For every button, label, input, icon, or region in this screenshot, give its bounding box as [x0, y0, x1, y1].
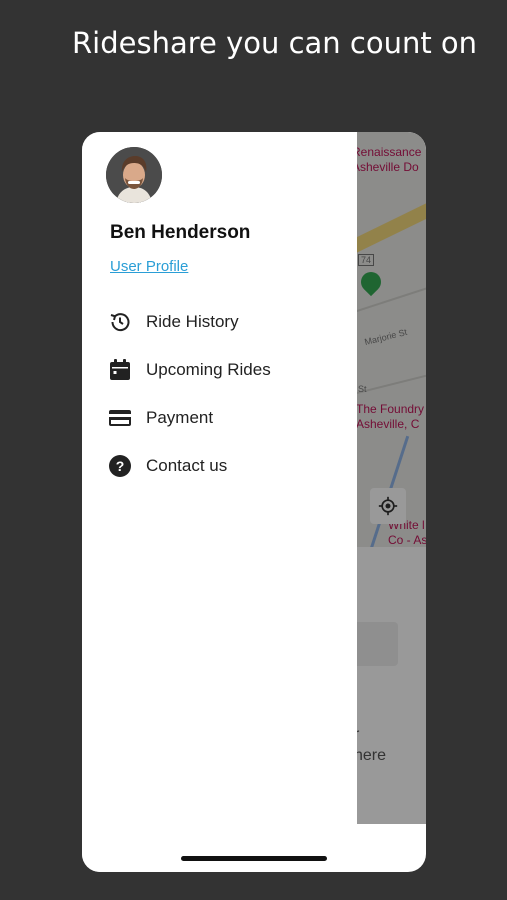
- nav-drawer: Ben Henderson User Profile Ride History: [82, 132, 357, 872]
- menu-item-ride-history[interactable]: Ride History: [108, 308, 348, 336]
- menu-item-label: Upcoming Rides: [146, 360, 271, 379]
- user-photo-icon: [106, 147, 162, 203]
- menu-item-label: Contact us: [146, 456, 228, 475]
- menu-item-label: Ride History: [146, 312, 239, 331]
- menu-item-label: Payment: [146, 408, 214, 427]
- user-name: Ben Henderson: [110, 222, 251, 243]
- user-profile-link[interactable]: User Profile: [110, 258, 188, 275]
- menu-item-upcoming-rides[interactable]: Upcoming Rides: [108, 356, 348, 384]
- home-indicator[interactable]: [181, 856, 327, 861]
- menu-item-payment[interactable]: Payment: [108, 404, 348, 432]
- history-icon: [108, 310, 132, 334]
- credit-card-icon: [108, 406, 132, 430]
- phone-screen: Renaissance Asheville Do 74 Marjorie St …: [82, 132, 426, 872]
- svg-text:?: ?: [116, 458, 125, 474]
- help-icon: ?: [108, 454, 132, 478]
- avatar[interactable]: [106, 147, 162, 203]
- calendar-icon: [108, 358, 132, 382]
- menu-item-contact-us[interactable]: ? Contact us: [108, 452, 348, 480]
- headline: Rideshare you can count on: [72, 26, 478, 60]
